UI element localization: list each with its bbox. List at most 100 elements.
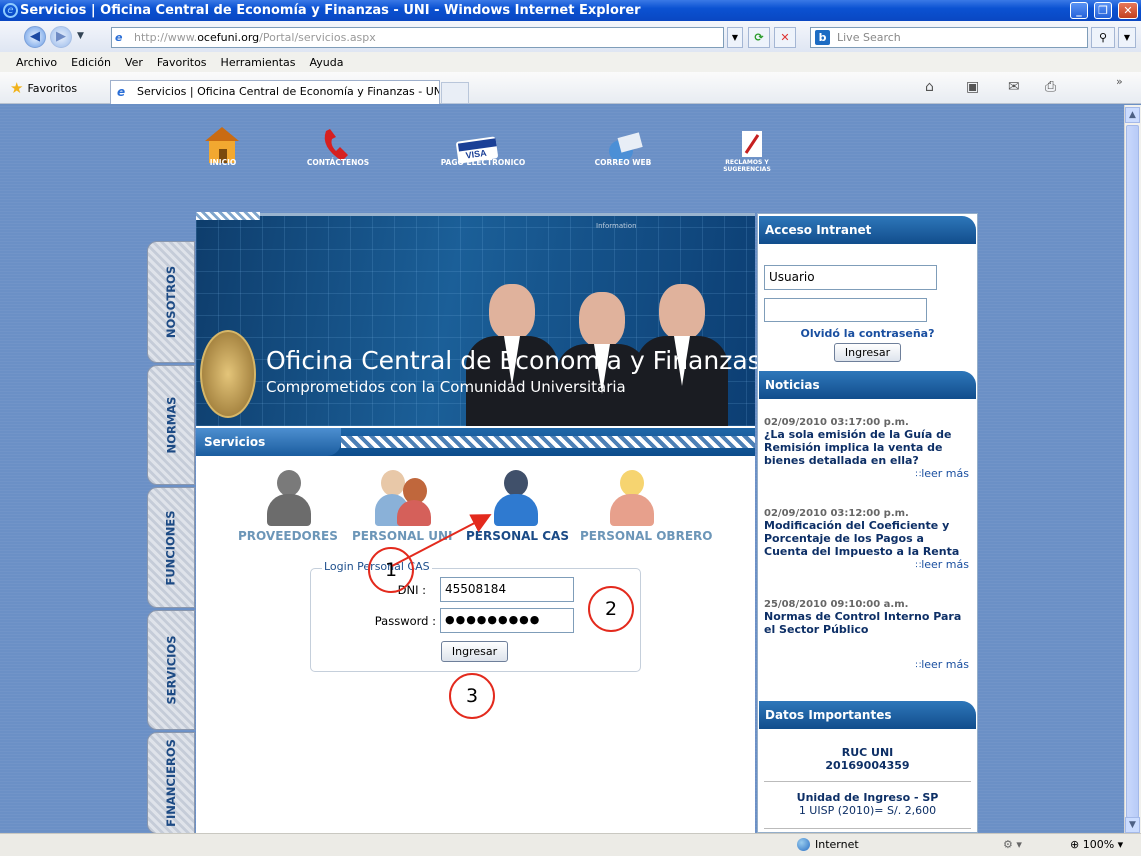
side-tab-label: FUNCIONES — [164, 509, 179, 586]
side-tab-nosotros[interactable]: NOSOTROS — [147, 241, 195, 363]
category-personal-obrero[interactable]: PERSONAL OBRERO — [580, 529, 712, 543]
nav-contactenos[interactable]: CONTÁCTENOS — [298, 159, 378, 167]
zoom-icon: ⊕ — [1070, 838, 1083, 851]
star-icon: ★ — [10, 79, 24, 97]
intranet-user-input[interactable]: Usuario — [764, 265, 937, 290]
worker-person-icon[interactable] — [606, 470, 658, 526]
read-more-link[interactable]: leer más — [764, 467, 969, 480]
password-label: Password : — [374, 614, 436, 628]
nav-inicio[interactable]: INICIO — [203, 159, 243, 167]
search-icon[interactable]: ⚲ — [1091, 27, 1115, 48]
read-more-link[interactable]: leer más — [764, 658, 969, 671]
intranet-password-input[interactable] — [764, 298, 927, 322]
news-date: 02/09/2010 03:12:00 p.m. — [764, 508, 909, 519]
dni-input[interactable]: 45508184 — [440, 577, 574, 602]
services-heading: Servicios — [196, 428, 341, 456]
side-tab-servicios[interactable]: SERVICIOS — [147, 610, 195, 730]
menu-bar: Archivo Edición Ver Favoritos Herramient… — [0, 52, 1141, 72]
search-input[interactable]: Live Search — [810, 27, 1088, 48]
intranet-header: Acceso Intranet — [759, 216, 976, 244]
news-title[interactable]: Modificación del Coeficiente y Porcentaj… — [764, 519, 969, 558]
security-zone: Internet — [797, 838, 859, 851]
news-header: Noticias — [759, 371, 976, 399]
stop-icon[interactable]: ✕ — [774, 27, 796, 48]
unidad-block: Unidad de Ingreso - SP 1 UISP (2010)= S/… — [757, 791, 978, 817]
more-commands-icon[interactable]: » — [1116, 75, 1123, 88]
forgot-password-link[interactable]: Olvidó la contraseña? — [757, 327, 978, 340]
protected-mode-icon[interactable]: ⚙ ▾ — [1003, 838, 1022, 851]
nav-pago-electronico[interactable]: PAGO ELECTRONICO — [428, 159, 538, 167]
scrollbar-thumb[interactable] — [1126, 125, 1139, 818]
menu-edicion[interactable]: Edición — [71, 56, 111, 69]
ruc-label: RUC UNI — [841, 746, 894, 759]
close-window-button[interactable]: ✕ — [1118, 2, 1138, 19]
side-tab-label: NORMAS — [164, 396, 179, 454]
maximize-button[interactable]: ❐ — [1094, 2, 1112, 19]
password-input[interactable]: ●●●●●●●●● — [440, 608, 574, 633]
supplier-person-icon[interactable] — [263, 470, 315, 526]
page-icon: e — [115, 31, 123, 44]
status-bar — [0, 833, 1141, 856]
password-label-text: Password — [374, 614, 429, 628]
address-dropdown-icon[interactable]: ▼ — [727, 27, 743, 48]
side-tab-financieros[interactable]: FINANCIEROS — [147, 732, 195, 834]
browser-tab[interactable]: Servicios | Oficina Central de Economía … — [110, 80, 440, 104]
news-date: 02/09/2010 03:17:00 p.m. — [764, 417, 909, 428]
annotation-3: 3 — [449, 673, 495, 719]
menu-herramientas[interactable]: Herramientas — [221, 56, 296, 69]
back-button[interactable]: ◀ — [24, 26, 46, 48]
side-tab-label: SERVICIOS — [164, 635, 179, 705]
feeds-icon[interactable]: ▣ — [966, 79, 979, 95]
news-title[interactable]: Normas de Control Interno Para el Sector… — [764, 610, 969, 636]
tab-page-icon: e — [117, 85, 126, 99]
zoom-level: 100% — [1082, 838, 1115, 851]
refresh-icon[interactable]: ⟳ — [748, 27, 770, 48]
history-dropdown-icon[interactable]: ▼ — [77, 31, 84, 41]
ruc-value: 20169004359 — [825, 759, 910, 772]
favorites-button[interactable]: ★ Favoritos — [10, 79, 77, 97]
nav-reclamos[interactable]: RECLAMOS Y SUGERENCIAS — [722, 159, 772, 173]
window-title-bar: Servicios | Oficina Central de Economía … — [0, 0, 1141, 21]
address-field[interactable]: http://www. ocefuni.org/Portal/servicios.… — [111, 27, 724, 48]
live-search-icon: b — [815, 30, 830, 45]
favorites-label: Favoritos — [27, 81, 78, 95]
side-tab-normas[interactable]: NORMAS — [147, 365, 195, 485]
banner-subtitle: Comprometidos con la Comunidad Universit… — [266, 378, 626, 396]
menu-ver[interactable]: Ver — [125, 56, 143, 69]
category-proveedores[interactable]: PROVEEDORES — [238, 529, 338, 543]
unidad-value: 1 UISP (2010)= S/. 2,600 — [798, 804, 937, 817]
home-icon[interactable]: ⌂ — [925, 79, 934, 95]
side-tab-funciones[interactable]: FUNCIONES — [147, 487, 195, 608]
menu-favoritos[interactable]: Favoritos — [157, 56, 207, 69]
news-item: 02/09/2010 03:17:00 p.m. ¿La sola emisió… — [764, 417, 969, 480]
services-stripe — [341, 436, 755, 448]
menu-archivo[interactable]: Archivo — [16, 56, 57, 69]
divider — [764, 828, 971, 829]
read-mail-icon[interactable]: ✉ — [1008, 79, 1020, 95]
scroll-up-icon[interactable]: ▲ — [1125, 107, 1140, 123]
datos-header: Datos Importantes — [759, 701, 976, 729]
nav-correo-web[interactable]: CORREO WEB — [588, 159, 658, 167]
side-tab-label: NOSOTROS — [164, 265, 178, 339]
ie-logo-icon: e — [3, 3, 18, 18]
search-options-icon[interactable]: ▼ — [1118, 27, 1136, 48]
banner-tag: Information — [596, 222, 637, 230]
login-submit-button[interactable]: Ingresar — [441, 641, 508, 662]
print-icon[interactable]: ⎙ — [1045, 79, 1056, 95]
url-prefix: http://www. — [134, 31, 198, 44]
zoom-control[interactable]: ⊕ 100% ▾ — [1070, 838, 1123, 851]
university-seal-logo — [200, 330, 256, 418]
globe-icon — [797, 838, 810, 851]
news-title[interactable]: ¿La sola emisión de la Guía de Remisión … — [764, 428, 969, 467]
read-more-link[interactable]: leer más — [764, 558, 969, 571]
menu-ayuda[interactable]: Ayuda — [309, 56, 343, 69]
scroll-down-icon[interactable]: ▼ — [1125, 817, 1140, 833]
forward-button[interactable]: ▶ — [50, 26, 72, 48]
window-title: Servicios | Oficina Central de Economía … — [20, 3, 641, 18]
minimize-button[interactable]: _ — [1070, 2, 1088, 19]
intranet-submit-button[interactable]: Ingresar — [834, 343, 901, 362]
banner-stripe — [196, 212, 260, 220]
news-item: 02/09/2010 03:12:00 p.m. Modificación de… — [764, 508, 969, 571]
new-tab-button[interactable] — [441, 82, 469, 104]
url-path: /Portal/servicios.aspx — [259, 31, 376, 44]
